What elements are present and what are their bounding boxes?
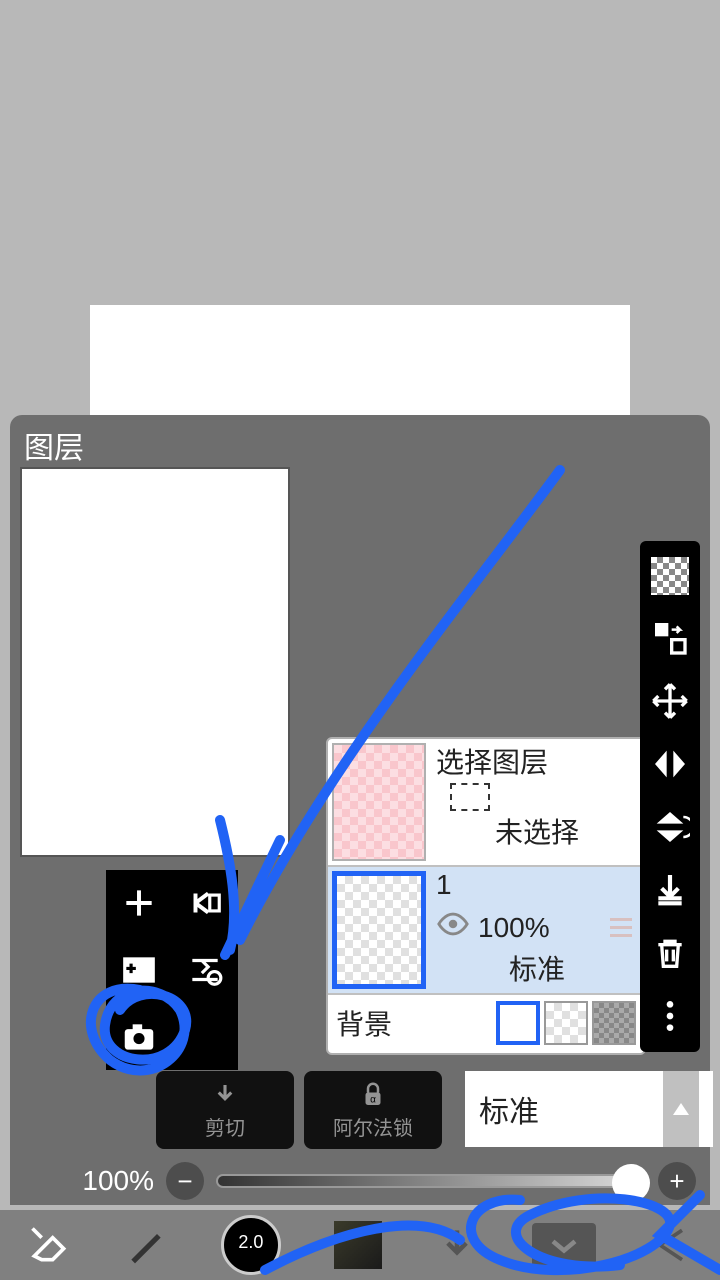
blend-mode-value: 标准 [479,1087,663,1131]
alpha-lock-label: 阿尔法锁 [333,1112,413,1141]
bg-dark-swatch[interactable] [592,1001,636,1045]
flip-horizontal-tool[interactable] [650,744,690,784]
selection-marquee-icon [450,783,490,811]
selection-layer-item[interactable]: 选择图层 未选择 [328,739,644,867]
delete-tool[interactable] [650,933,690,973]
dropdown-arrow-icon [663,1071,699,1147]
more-tool[interactable] [650,996,690,1036]
opacity-value: 100% [24,1165,154,1197]
duplicate-layer-button[interactable] [172,870,238,937]
color-picker[interactable] [334,1221,382,1269]
opacity-plus-button[interactable]: + [658,1162,696,1200]
bg-transparent-swatch[interactable] [544,1001,588,1045]
right-toolbar [640,541,700,1052]
blank-tool [172,1003,238,1070]
move-tool[interactable] [650,681,690,721]
layer-drag-handle[interactable] [610,918,638,937]
checker-tool[interactable] [651,557,689,595]
alpha-lock-button[interactable]: α 阿尔法锁 [304,1071,442,1149]
camera-button[interactable] [106,1003,172,1070]
blend-mode-dropdown[interactable]: 标准 [465,1071,713,1147]
panel-title: 图层 [10,415,710,475]
layer-item-1[interactable]: 1 100% 标准 [328,867,644,995]
eraser-tool[interactable] [27,1223,71,1267]
brush-tool[interactable] [124,1223,168,1267]
merge-down-tool[interactable] [650,870,690,910]
layer-tools [106,870,238,1070]
clip-label: 剪切 [205,1112,245,1141]
brush-size-display[interactable]: 2.0 [221,1215,281,1275]
layers-toggle-button[interactable] [532,1223,596,1267]
layer-1-name: 1 [436,869,638,901]
merge-layers-button[interactable] [172,937,238,1004]
selection-status: 未选择 [436,811,638,851]
layer-1-blend: 标准 [436,948,638,988]
download-button[interactable] [435,1223,479,1267]
bottom-toolbar: 2.0 [0,1210,720,1280]
visibility-icon[interactable] [436,907,470,948]
layer-1-thumb [332,871,426,989]
transform-tool[interactable] [650,618,690,658]
background-label: 背景 [336,1003,492,1043]
add-image-layer-button[interactable] [106,937,172,1004]
background-row[interactable]: 背景 [328,995,644,1051]
bg-white-swatch[interactable] [496,1001,540,1045]
opacity-minus-button[interactable]: − [166,1162,204,1200]
add-layer-button[interactable] [106,870,172,937]
opacity-slider[interactable] [216,1174,646,1188]
flip-vertical-tool[interactable] [650,807,690,847]
layer-preview[interactable] [20,467,290,857]
opacity-slider-row: 100% − + [10,1159,710,1203]
layers-panel: 图层 选择图层 未选择 1 100% [10,415,710,1205]
selection-layer-name: 选择图层 [436,741,638,781]
clip-button[interactable]: 剪切 [156,1071,294,1149]
selection-layer-thumb [332,743,426,861]
back-button[interactable] [649,1223,693,1267]
layer-1-opacity: 100% [478,912,550,944]
opacity-slider-knob[interactable] [612,1164,650,1202]
svg-text:α: α [370,1094,376,1105]
layer-list: 选择图层 未选择 1 100% 标准 背景 [326,737,646,1055]
